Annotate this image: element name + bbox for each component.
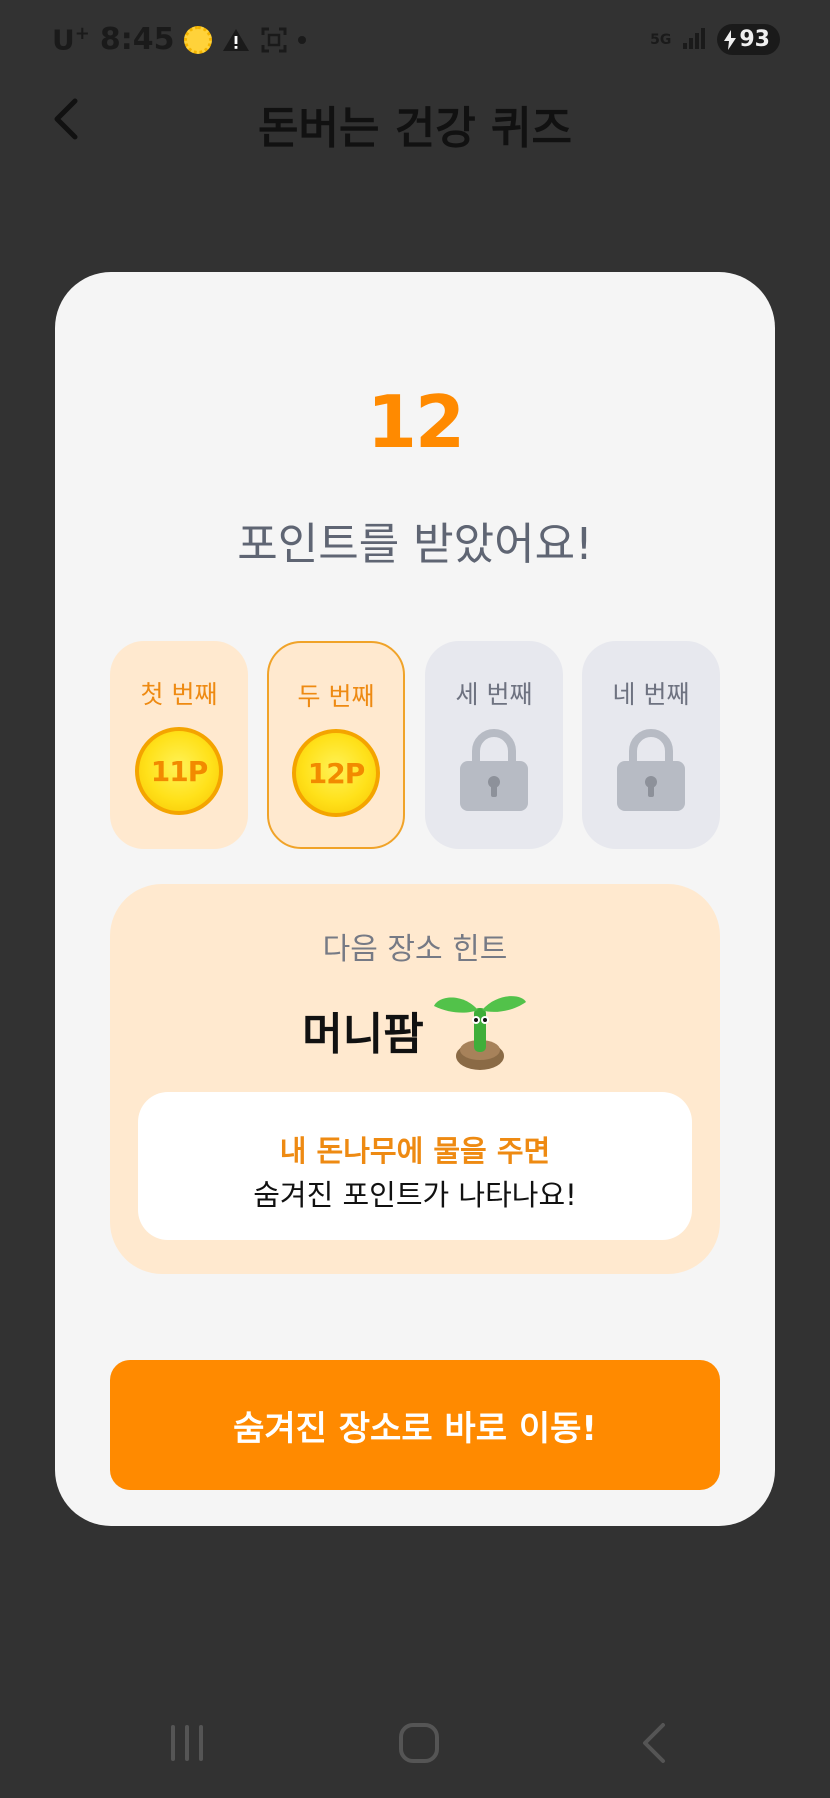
status-left: U+ 8:45 — [52, 22, 307, 57]
points-message: 포인트를 받았어요! — [237, 519, 593, 570]
back-arrow-icon — [643, 1723, 665, 1763]
screenshot-icon — [260, 26, 288, 54]
home-icon — [399, 1723, 439, 1763]
round-label: 두 번째 — [297, 682, 375, 711]
system-back-button[interactable] — [628, 1718, 678, 1768]
recent-apps-icon — [171, 1725, 203, 1761]
recent-apps-button[interactable] — [162, 1718, 212, 1768]
app-header: 돈버는 건강 퀴즈 — [0, 80, 830, 160]
weather-sun-icon — [184, 25, 213, 54]
hint-place-name: 머니팜 — [302, 1009, 424, 1060]
coin-value: 11P — [150, 754, 208, 788]
round-card-3: 세 번째 — [425, 641, 563, 849]
hint-title: 다음 장소 힌트 — [322, 932, 508, 967]
go-to-hidden-location-button[interactable]: 숨겨진 장소로 바로 이동! — [110, 1360, 720, 1490]
round-card-1: 첫 번째 11P — [110, 641, 248, 849]
round-list: 첫 번째 11P 두 번째 12P 세 번째 네 번째 — [110, 641, 720, 851]
carrier-label: U+ — [52, 22, 90, 57]
next-location-hint: 다음 장소 힌트 머니팜 내 돈나무에 물을 주면 숨겨진 포인트가 나타나요! — [110, 884, 720, 1274]
round-card-2: 두 번째 12P — [267, 641, 405, 849]
charging-bolt-icon — [724, 29, 737, 50]
hint-place: 머니팜 — [110, 988, 720, 1072]
round-label: 네 번째 — [612, 680, 690, 709]
signal-icon — [681, 25, 707, 55]
home-button[interactable] — [394, 1718, 444, 1768]
earned-points: 12 — [366, 380, 465, 464]
warning-icon — [222, 27, 250, 53]
system-nav-bar — [0, 1700, 830, 1780]
point-coin-icon: 11P — [135, 727, 223, 815]
round-card-4: 네 번째 — [582, 641, 720, 849]
status-time: 8:45 — [99, 22, 175, 57]
status-right: 5G 93 — [650, 24, 780, 55]
reward-modal: 12 포인트를 받았어요! 첫 번째 11P 두 번째 12P 세 번째 네 번… — [55, 272, 775, 1526]
hint-description: 내 돈나무에 물을 주면 숨겨진 포인트가 나타나요! — [138, 1092, 692, 1240]
network-type-label: 5G — [650, 31, 672, 48]
round-label: 첫 번째 — [140, 680, 218, 709]
battery-level: 93 — [739, 27, 770, 52]
hint-line-highlight: 내 돈나무에 물을 주면 — [279, 1134, 551, 1168]
status-bar: U+ 8:45 5G 93 — [0, 0, 830, 80]
notification-dot-icon — [298, 35, 307, 44]
sprout-icon — [433, 996, 526, 1070]
lock-icon — [460, 729, 528, 811]
battery-indicator: 93 — [717, 24, 780, 55]
round-label: 세 번째 — [455, 680, 533, 709]
page-title: 돈버는 건강 퀴즈 — [258, 103, 572, 154]
point-coin-icon: 12P — [292, 729, 380, 817]
hint-line-body: 숨겨진 포인트가 나타나요! — [253, 1178, 577, 1212]
lock-icon — [617, 729, 685, 811]
coin-value: 12P — [307, 756, 365, 790]
